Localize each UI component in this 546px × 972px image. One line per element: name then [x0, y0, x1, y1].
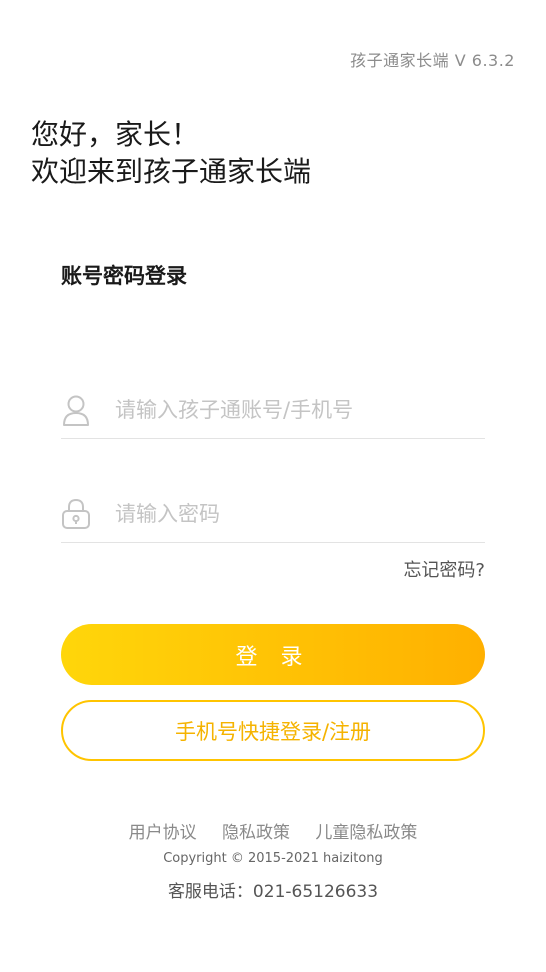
lock-icon: [61, 498, 91, 529]
copyright: Copyright © 2015-2021 haizitong: [163, 851, 383, 866]
password-input[interactable]: [115, 502, 475, 526]
user-icon: [61, 395, 91, 426]
user-agreement-link[interactable]: 用户协议: [129, 823, 197, 843]
app-version: 孩子通家长端 V 6.3.2: [350, 51, 515, 70]
login-method-title: 账号密码登录: [61, 264, 187, 288]
forgot-password-link[interactable]: 忘记密码?: [403, 556, 485, 582]
greeting-line-1: 您好，家长！: [31, 118, 200, 151]
password-field: [61, 486, 485, 543]
account-input[interactable]: [115, 398, 475, 422]
quick-login-register-button[interactable]: 手机号快捷登录/注册: [61, 700, 485, 761]
service-phone: 客服电话：021-65126633: [167, 882, 379, 902]
greeting: 您好，家长！ 欢迎来到孩子通家长端: [31, 116, 311, 190]
policy-links: 用户协议 隐私政策 儿童隐私政策: [0, 818, 546, 843]
child-privacy-policy-link[interactable]: 儿童隐私政策: [315, 823, 417, 843]
privacy-policy-link[interactable]: 隐私政策: [222, 823, 290, 843]
account-field: [61, 382, 485, 439]
greeting-line-2: 欢迎来到孩子通家长端: [31, 155, 312, 188]
login-button[interactable]: 登 录: [61, 624, 485, 685]
